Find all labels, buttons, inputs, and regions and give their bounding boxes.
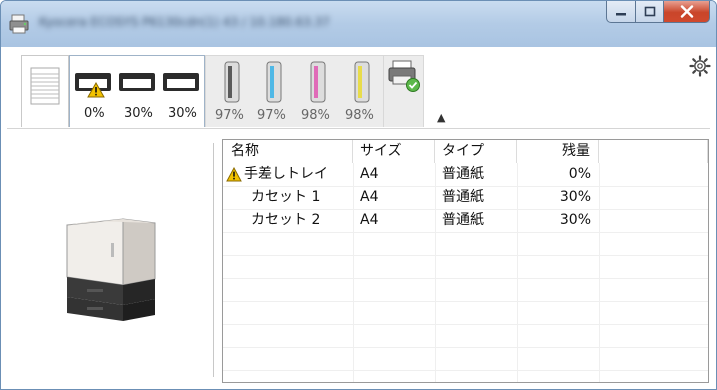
printer-app-icon [9,14,29,34]
tray-cassette-2-level: 30% [168,106,197,121]
toner-yellow-level: 98% [345,108,374,123]
printer-status-icon [388,60,420,92]
panel-divider [213,143,214,377]
row-divider [223,301,708,302]
warning-icon [87,82,105,98]
window-controls [606,1,710,25]
close-button[interactable] [664,1,710,23]
row-type: 普通紙 [442,189,484,205]
tab-toner[interactable]: 97% 97% 98% 98% [205,55,384,127]
row-type: 普通紙 [442,166,484,182]
toner-magenta-icon [310,61,326,103]
row-name: カセット 1 [251,189,321,205]
tray-cassette-1[interactable] [118,68,158,102]
chevron-up-icon[interactable]: ▲ [437,111,445,124]
tab-paper-trays[interactable]: 0% 30% 30% [69,55,205,127]
window-title: Kyocera ECOSYS P6130cdn(1) 43 / 10.180.6… [39,15,330,29]
row-divider [223,232,708,233]
minimize-icon [616,12,626,15]
maximize-icon [644,6,655,17]
toner-black-level: 97% [215,108,244,123]
row-remaining: 30% [559,189,591,205]
paper-stack-icon [30,67,60,105]
toner-black-icon [224,61,240,103]
tray-cassette-2[interactable] [162,68,202,102]
close-icon [680,5,693,18]
column-header-remaining[interactable]: 残量 [517,140,599,163]
toner-cyan-icon [266,61,282,103]
gear-icon[interactable] [689,55,711,77]
tray-cassette-1-level: 30% [124,106,153,121]
column-header-name[interactable]: 名称 [223,140,353,163]
row-size: A4 [360,189,379,205]
row-divider [223,255,708,256]
row-divider [223,347,708,348]
paper-tray-table: 名称 サイズ タイプ 残量 手差しトレイ A4 普通紙 0% カセット 1 A4… [222,139,709,383]
table-header: 名称 サイズ タイプ 残量 [223,140,708,163]
row-name: 手差しトレイ [244,166,328,182]
table-row[interactable]: カセット 1 A4 普通紙 30% [223,186,708,209]
tray-manual-level: 0% [84,106,105,121]
toner-magenta-level: 98% [301,108,330,123]
tray-manual[interactable] [74,68,114,102]
toner-yellow-icon [354,61,370,103]
column-header-size[interactable]: サイズ [353,140,435,163]
row-remaining: 30% [559,212,591,228]
row-divider [223,278,708,279]
row-size: A4 [360,166,379,182]
column-header-empty [599,140,708,163]
maximize-button[interactable] [636,1,664,23]
tab-device-status[interactable] [384,55,424,127]
warning-icon [226,166,242,181]
title-bar[interactable]: Kyocera ECOSYS P6130cdn(1) 43 / 10.180.6… [1,1,716,47]
row-remaining: 0% [568,166,591,182]
printer-illustration [66,218,156,321]
row-type: 普通紙 [442,212,484,228]
row-divider [223,324,708,325]
printer-image-panel [7,129,213,387]
tray-icon [163,73,199,91]
row-size: A4 [360,212,379,228]
row-divider [223,370,708,371]
table-row[interactable]: 手差しトレイ A4 普通紙 0% [223,163,708,186]
row-name-cell: 手差しトレイ [223,163,353,186]
client-area: 0% 30% 30% 97% 97% 98% 98% ▲ 名称 サイズ タイプ … [7,47,711,387]
column-header-type[interactable]: タイプ [435,140,517,163]
minimize-button[interactable] [606,1,636,23]
status-monitor-window: Kyocera ECOSYS P6130cdn(1) 43 / 10.180.6… [0,0,717,390]
toner-cyan-level: 97% [257,108,286,123]
tab-paper-overview[interactable] [21,55,69,127]
status-tabs-bar: 0% 30% 30% 97% 97% 98% 98% ▲ [7,47,711,129]
table-row[interactable]: カセット 2 A4 普通紙 30% [223,209,708,232]
tray-icon [119,73,155,91]
row-name: カセット 2 [251,212,321,228]
